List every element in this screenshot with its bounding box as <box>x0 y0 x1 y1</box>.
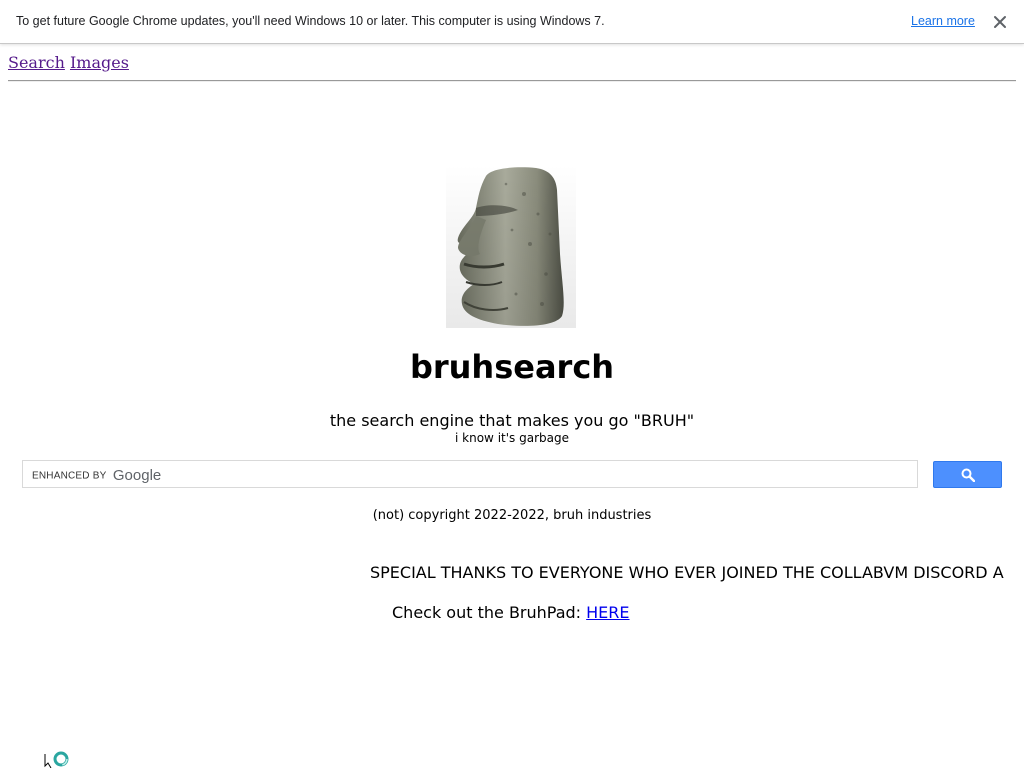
infobar-message: To get future Google Chrome updates, you… <box>16 14 605 28</box>
tagline: the search engine that makes you go "BRU… <box>329 411 695 430</box>
thanks-marquee: SPECIAL THANKS TO EVERYONE WHO EVER JOIN… <box>370 563 1004 582</box>
top-nav: Search Images <box>8 53 129 72</box>
subtagline: i know it's garbage <box>455 431 569 445</box>
divider <box>8 80 1016 82</box>
close-icon[interactable] <box>990 12 1010 32</box>
nav-link-search[interactable]: Search <box>8 53 65 72</box>
update-infobar: To get future Google Chrome updates, you… <box>0 0 1024 44</box>
enhanced-by-label: ENHANCED BY <box>32 470 107 482</box>
google-logo-text: Google <box>112 467 162 485</box>
busy-cursor-icon <box>44 750 72 769</box>
moai-image <box>446 164 576 328</box>
search-button[interactable] <box>933 461 1002 488</box>
search-box[interactable]: ENHANCED BY Google <box>22 460 918 488</box>
nav-link-images[interactable]: Images <box>70 53 129 72</box>
bruhpad-prefix: Check out the BruhPad: <box>392 603 587 622</box>
cse-branding: ENHANCED BY Google <box>32 467 161 485</box>
copyright-text: (not) copyright 2022-2022, bruh industri… <box>372 508 652 523</box>
bruhpad-line: Check out the BruhPad: HERE <box>392 603 630 622</box>
search-icon <box>961 468 975 482</box>
bruhpad-link[interactable]: HERE <box>586 603 629 622</box>
learn-more-link[interactable]: Learn more <box>911 14 975 28</box>
search-input[interactable] <box>193 463 907 487</box>
site-title: bruhsearch <box>409 348 615 386</box>
